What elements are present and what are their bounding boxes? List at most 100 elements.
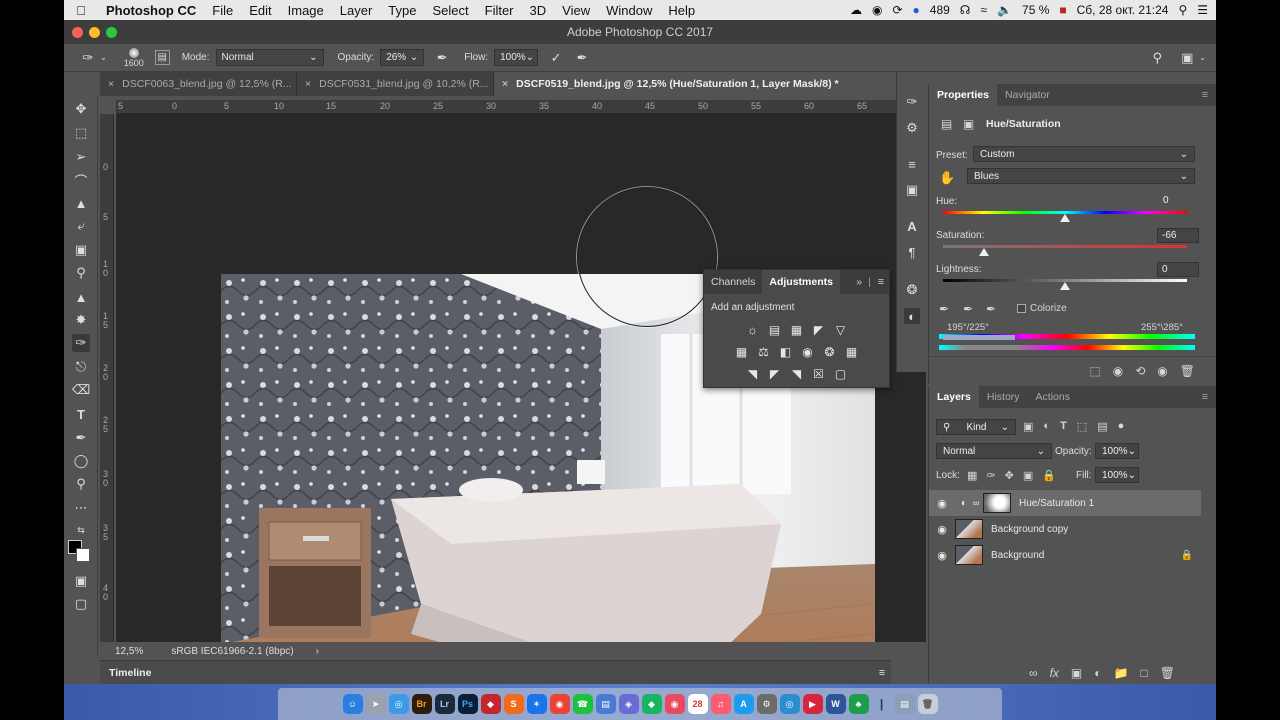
layer-name[interactable]: Background copy (991, 524, 1068, 535)
pen-tool-icon[interactable]: ✒ (72, 429, 90, 447)
paragraph-styles-icon[interactable]: ≡ (904, 156, 920, 172)
notification-center-icon[interactable]: ☰ (1197, 3, 1208, 17)
lightroom-icon[interactable]: Lr (434, 694, 455, 714)
calendar-icon[interactable]: 28 (687, 694, 708, 714)
brush-tool-icon[interactable]: ✑ (72, 334, 90, 352)
panel-menu-icon[interactable]: ≡ (873, 276, 889, 288)
preview-icon[interactable]: ▤ (595, 694, 616, 714)
tab-channels[interactable]: Channels (704, 276, 762, 288)
wifi-icon[interactable]: ≈ (980, 3, 987, 17)
menu-window[interactable]: Window (598, 3, 660, 18)
tab-adjustments[interactable]: Adjustments (762, 270, 840, 294)
app-store-2-icon[interactable]: A (733, 694, 754, 714)
channel-mixer-icon[interactable]: ❂ (822, 344, 837, 359)
add-mask-icon[interactable]: ▣ (1071, 666, 1082, 680)
collapse-panel-icon[interactable]: » (852, 276, 866, 288)
app-pink-icon[interactable]: ◉ (664, 694, 685, 714)
lightness-value[interactable]: 0 (1157, 262, 1199, 277)
targeted-adjustment-hand-icon[interactable]: ✋ (939, 170, 955, 186)
eraser-tool-icon[interactable]: ⌫ (72, 381, 90, 399)
type-tool-icon[interactable]: T (72, 405, 90, 423)
panel-menu-icon[interactable]: ≡ (1194, 386, 1216, 408)
link-layers-icon[interactable]: ∞ (1029, 666, 1038, 680)
layer-row[interactable]: ◉ Background copy (929, 516, 1201, 542)
vibrance-icon[interactable]: ▽ (833, 322, 848, 337)
layer-row[interactable]: ◉ ◐ ∞ Hue/Saturation 1 (929, 490, 1201, 516)
timeline-panel[interactable]: Timeline ≡ (100, 660, 891, 684)
layer-name[interactable]: Background (991, 550, 1044, 561)
flow-field[interactable]: 100% ⌄ (494, 49, 539, 66)
brush-panel-toggle-icon[interactable]: ▤ (154, 50, 170, 65)
zoom-window-button[interactable] (106, 27, 117, 38)
filter-type-icon[interactable]: T (1060, 420, 1067, 433)
lock-artboard-icon[interactable]: ▣ (1023, 469, 1033, 482)
toggle-visibility-icon[interactable]: ◉ (1157, 364, 1167, 378)
cloud-icon[interactable]: ☁ (850, 3, 862, 17)
layer-mask-thumbnail[interactable] (983, 493, 1011, 513)
tab-dscf0531[interactable]: × DSCF0531_blend.jpg @ 10,2% (R... (297, 72, 494, 96)
workspace-icon[interactable]: ▣ (1179, 50, 1195, 66)
layer-mask-icon[interactable]: ▣ (963, 117, 974, 131)
word-icon[interactable]: W (825, 694, 846, 714)
posterize-icon[interactable]: ◤ (767, 366, 782, 381)
sublime-icon[interactable]: S (503, 694, 524, 714)
eyedropper-icon[interactable]: ✒ (939, 302, 949, 316)
lightness-slider-thumb[interactable] (1060, 282, 1070, 290)
clone-source-icon[interactable]: ▣ (904, 182, 920, 198)
tab-history[interactable]: History (979, 386, 1028, 408)
clip-to-layer-icon[interactable]: ⬚ (1089, 364, 1100, 378)
evernote-icon[interactable]: ♣ (848, 694, 869, 714)
move-tool-icon[interactable]: ✥ (72, 100, 90, 118)
menu-edit[interactable]: Edit (241, 3, 279, 18)
downloads-folder-icon[interactable]: ▤ (894, 694, 915, 714)
filter-smart-object-icon[interactable]: ▤ (1097, 420, 1107, 433)
fill-field[interactable]: 100% ⌄ (1095, 467, 1139, 483)
more-tools-icon[interactable]: ⋯ (72, 499, 90, 517)
new-group-icon[interactable]: 📁 (1114, 666, 1129, 680)
whatsapp-icon[interactable]: ☎ (572, 694, 593, 714)
volume-icon[interactable]: 🔈 (997, 3, 1012, 17)
menu-3d[interactable]: 3D (522, 3, 555, 18)
close-tab-icon[interactable]: × (108, 78, 114, 90)
trash-icon[interactable]: 🗑 (917, 694, 938, 714)
zoom-tool-icon[interactable]: ⚲ (72, 475, 90, 493)
app-red-icon[interactable]: ◆ (480, 694, 501, 714)
datetime[interactable]: Сб, 28 окт. 21:24 (1077, 3, 1169, 17)
apple-menu-icon[interactable]:  (64, 3, 98, 18)
color-lookup-icon[interactable]: ▦ (844, 344, 859, 359)
new-layer-icon[interactable]: □ (1140, 666, 1147, 680)
channel-select[interactable]: Blues ⌄ (967, 168, 1195, 184)
hue-range-selector[interactable] (943, 335, 1015, 340)
eye-visibility-icon[interactable]: ◉ (929, 523, 955, 536)
pressure-size-icon[interactable]: ✒ (574, 50, 590, 66)
app-green-icon[interactable]: ◆ (641, 694, 662, 714)
layer-name[interactable]: Hue/Saturation 1 (1019, 498, 1094, 509)
hue-value[interactable]: 0 (1159, 194, 1201, 209)
minimize-window-button[interactable] (89, 27, 100, 38)
stamp-tool-icon[interactable]: ⎋ (72, 358, 90, 376)
dropdown-chevron-icon[interactable]: ⌄ (100, 53, 107, 62)
adjustments-panel-icon[interactable]: ◐ (904, 308, 920, 324)
brush-preset-icon[interactable]: ✑ (80, 50, 96, 66)
eye-visibility-icon[interactable]: ◉ (929, 497, 955, 510)
channels-panel-icon[interactable]: ❂ (904, 282, 920, 298)
bridge-icon[interactable]: Br (411, 694, 432, 714)
close-tab-icon[interactable]: × (305, 78, 311, 90)
tab-dscf0519[interactable]: × DSCF0519_blend.jpg @ 12,5% (Hue/Saturat… (494, 72, 915, 96)
layer-filter-select[interactable]: ⚲ Kind ⌄ (936, 419, 1016, 435)
quick-select-tool-icon[interactable]: ▣ (72, 241, 90, 259)
sync-icon[interactable]: ⟳ (892, 3, 902, 17)
lock-image-icon[interactable]: ✑ (986, 469, 995, 482)
invert-icon[interactable]: ◥ (745, 366, 760, 381)
layer-row[interactable]: ◉ Background 🔒 (929, 542, 1201, 568)
menu-image[interactable]: Image (280, 3, 332, 18)
color-balance-icon[interactable]: ⚖ (756, 344, 771, 359)
layer-style-icon[interactable]: fx (1050, 666, 1059, 680)
quick-mask-icon[interactable]: ▣ (72, 572, 90, 590)
magic-wand-tool-icon[interactable]: ✸ (72, 311, 90, 329)
opacity-field[interactable]: 26% ⌄ (380, 49, 425, 66)
swap-colors-icon[interactable]: ⇆ (72, 521, 90, 539)
reset-adjustment-icon[interactable]: ⟲ (1135, 364, 1145, 378)
eyedropper-minus-icon[interactable]: ✒ (986, 302, 996, 316)
threshold-icon[interactable]: ◥ (789, 366, 804, 381)
